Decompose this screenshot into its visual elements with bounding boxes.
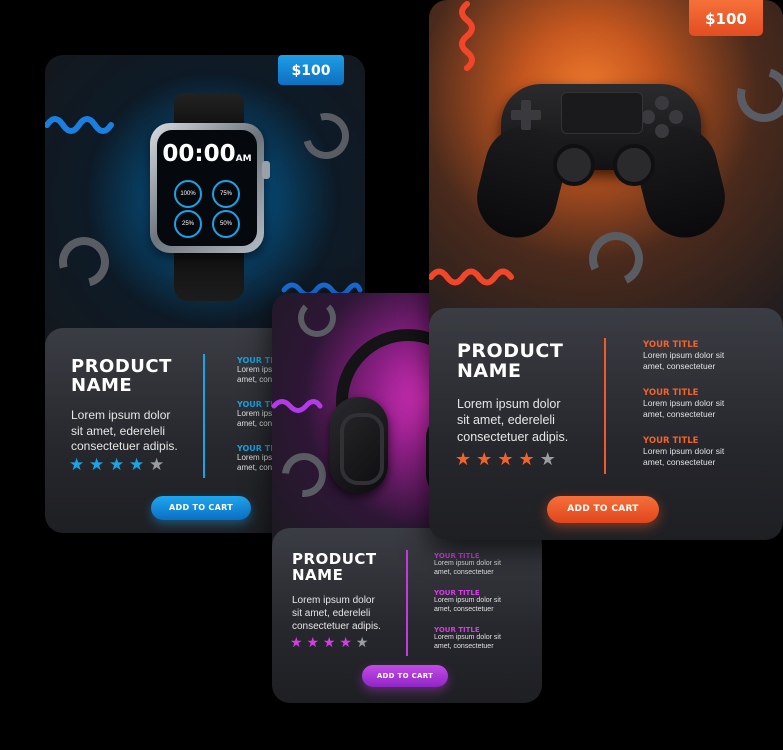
star-icon: ★ bbox=[148, 455, 165, 474]
wave-decoration bbox=[45, 116, 114, 134]
star-icon: ★ bbox=[339, 634, 352, 650]
feature-item: YOUR TITLE Lorem ipsum dolor sit amet, c… bbox=[434, 626, 501, 650]
star-icon: ★ bbox=[322, 634, 336, 650]
watch-time: 00:00AM bbox=[162, 141, 252, 167]
rating-stars: ★ ★ ★ ★ ★ bbox=[69, 455, 164, 475]
wave-decoration bbox=[459, 1, 475, 71]
add-to-cart-button[interactable]: ADD TO CART bbox=[151, 496, 251, 520]
star-icon: ★ bbox=[455, 449, 472, 469]
star-icon: ★ bbox=[355, 634, 369, 650]
divider bbox=[406, 550, 408, 656]
star-icon: ★ bbox=[69, 455, 85, 474]
game-controller-image bbox=[468, 82, 734, 247]
wave-decoration bbox=[429, 268, 514, 286]
star-icon: ★ bbox=[539, 449, 556, 469]
smartwatch-image: 00:00AM 100% 75% 25% 50% bbox=[150, 93, 270, 303]
watch-dial: 100% bbox=[174, 180, 202, 208]
rating-stars: ★ ★ ★ ★ ★ bbox=[290, 634, 368, 651]
product-description: Lorem ipsum dolor sit amet, edereleli co… bbox=[457, 397, 569, 444]
star-icon: ★ bbox=[306, 634, 320, 650]
feature-item: YOUR TITLE Lorem ipsum dolor sit amet, c… bbox=[643, 388, 725, 419]
product-name: PRODUCT NAME bbox=[457, 340, 564, 382]
watch-dial: 75% bbox=[212, 180, 240, 208]
star-icon: ★ bbox=[128, 455, 145, 474]
feature-item: YOUR TITLE Lorem ipsum dolor sit amet, c… bbox=[643, 340, 725, 371]
rating-stars: ★ ★ ★ ★ ★ bbox=[455, 449, 556, 470]
divider bbox=[203, 354, 205, 478]
info-panel: PRODUCT NAME Lorem ipsum dolor sit amet, … bbox=[429, 308, 783, 540]
product-name: PRODUCT NAME bbox=[292, 550, 377, 584]
price-badge: $100 bbox=[689, 0, 763, 36]
wave-decoration bbox=[272, 399, 323, 413]
star-icon: ★ bbox=[476, 449, 493, 469]
product-name: PRODUCT NAME bbox=[71, 356, 172, 396]
divider bbox=[604, 338, 606, 474]
feature-item: YOUR TITLE Lorem ipsum dolor sit amet, c… bbox=[434, 552, 501, 576]
feature-item: YOUR TITLE Lorem ipsum dolor sit amet, c… bbox=[434, 589, 501, 613]
product-card-controller: $100 PRODUCT NAME Lorem ipsum dolor sit a… bbox=[429, 0, 783, 540]
price-badge: $100 bbox=[278, 55, 344, 85]
star-icon: ★ bbox=[290, 634, 303, 650]
product-description: Lorem ipsum dolor sit amet, edereleli co… bbox=[71, 408, 178, 454]
star-icon: ★ bbox=[518, 449, 535, 469]
watch-dial: 25% bbox=[174, 210, 202, 238]
star-icon: ★ bbox=[108, 455, 125, 474]
star-icon: ★ bbox=[88, 455, 105, 474]
product-description: Lorem ipsum dolor sit amet, edereleli co… bbox=[292, 595, 381, 632]
feature-item: YOUR TITLE Lorem ipsum dolor sit amet, c… bbox=[643, 436, 725, 467]
add-to-cart-button[interactable]: ADD TO CART bbox=[362, 665, 448, 687]
watch-dial: 50% bbox=[212, 210, 240, 238]
add-to-cart-button[interactable]: ADD TO CART bbox=[547, 496, 659, 523]
info-panel: PRODUCT NAME Lorem ipsum dolor sit amet, … bbox=[272, 528, 542, 703]
star-icon: ★ bbox=[497, 449, 514, 469]
